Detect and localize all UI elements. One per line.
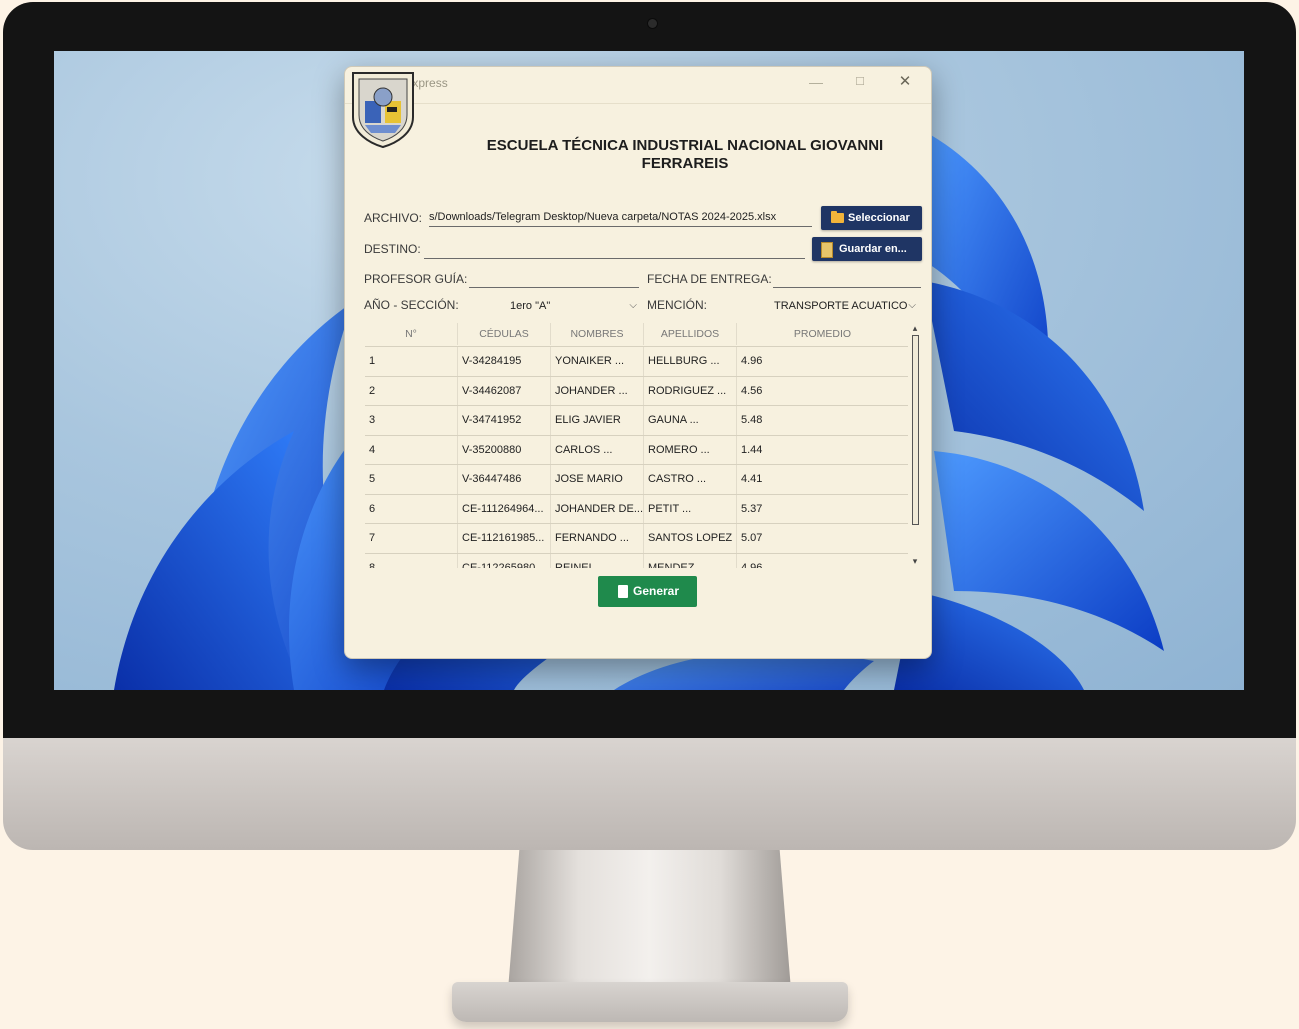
cell-nombre: FERNANDO ... xyxy=(551,524,644,553)
close-button[interactable]: ✕ xyxy=(890,71,920,93)
school-name: ESCUELA TÉCNICA INDUSTRIAL NACIONAL GIOV… xyxy=(486,137,884,172)
cell-cedula: V-34284195 xyxy=(458,347,551,376)
column-header-nombres[interactable]: NOMBRES xyxy=(551,323,644,345)
cell-cedula: CE-112161985... xyxy=(458,524,551,553)
school-logo xyxy=(352,72,414,149)
app-window: NotasExpress — ☐ ✕ ESCUELA TÉCNICA INDUS… xyxy=(344,66,932,659)
cell-numero: 1 xyxy=(365,347,458,376)
cell-numero: 6 xyxy=(365,494,458,524)
cell-apellido: SANTOS LOPEZ xyxy=(644,524,737,553)
cell-promedio: 4.41 xyxy=(741,473,763,485)
cell-cedula: CE-111264964... xyxy=(458,494,551,524)
cell-numero: 4 xyxy=(365,435,458,465)
table-scrollbar[interactable]: ▴ ▾ xyxy=(910,323,920,568)
guardar-label: Guardar en... xyxy=(839,243,907,255)
anio-label: AÑO - SECCIÓN: xyxy=(364,298,459,312)
cell-promedio: 4.96 xyxy=(741,561,763,569)
cell-promedio: 1.44 xyxy=(741,443,763,456)
cell-nombre: JOHANDER ... xyxy=(551,376,644,406)
scroll-thumb[interactable] xyxy=(912,335,919,525)
fecha-label: FECHA DE ENTREGA: xyxy=(647,272,772,286)
camera-icon xyxy=(648,19,657,28)
monitor-chin xyxy=(3,738,1296,850)
folder-icon xyxy=(831,211,844,223)
cell-apellido: PETIT ... xyxy=(644,494,737,524)
archivo-label: ARCHIVO: xyxy=(364,211,423,225)
fecha-field[interactable] xyxy=(773,270,921,288)
column-header-numero[interactable]: N° xyxy=(365,323,458,345)
cell-nombre: ELIG JAVIER xyxy=(551,406,644,435)
save-icon xyxy=(821,242,833,258)
cell-apellido: GAUNA ... xyxy=(644,406,737,435)
seleccionar-label: Seleccionar xyxy=(848,212,910,224)
cell-apellido: HELLBURG ... xyxy=(644,347,737,376)
document-icon xyxy=(618,585,628,598)
titlebar: NotasExpress — ☐ ✕ xyxy=(345,67,931,101)
students-table: N° CÉDULAS NOMBRES APELLIDOS PROMEDIO 1V… xyxy=(365,323,921,568)
minimize-button[interactable]: — xyxy=(801,71,831,93)
chevron-down-icon: ⌵ xyxy=(629,300,637,311)
column-header-apellidos[interactable]: APELLIDOS xyxy=(644,323,737,345)
generar-button[interactable]: Generar xyxy=(598,576,697,607)
cell-promedio: 5.48 xyxy=(741,414,763,426)
column-header-cedulas[interactable]: CÉDULAS xyxy=(458,323,551,345)
desktop-screen: NotasExpress — ☐ ✕ ESCUELA TÉCNICA INDUS… xyxy=(54,51,1244,690)
maximize-button[interactable]: ☐ xyxy=(845,71,875,93)
monitor-base xyxy=(452,982,848,1022)
table-row[interactable]: 3 V-34741952 ELIG JAVIER GAUNA ... 5.48 xyxy=(365,405,908,435)
mencion-value: TRANSPORTE ACUATICO xyxy=(774,300,908,312)
cell-numero: 3 xyxy=(365,406,458,435)
anio-seccion-select[interactable]: 1ero "A" ⌵ xyxy=(510,297,637,315)
cell-nombre: JOSE MARIO xyxy=(551,465,644,494)
cell-apellido: RODRIGUEZ ... xyxy=(644,376,737,406)
cell-nombre: YONAIKER ... xyxy=(551,347,644,376)
cell-apellido: MENDEZ xyxy=(644,553,737,568)
cell-numero: 8 xyxy=(365,553,458,568)
cell-nombre: JOHANDER DE... xyxy=(551,494,644,524)
scroll-down-icon[interactable]: ▾ xyxy=(910,556,920,566)
title-divider xyxy=(345,103,931,104)
scroll-up-icon[interactable]: ▴ xyxy=(910,323,920,333)
table-row[interactable]: 2 V-34462087 JOHANDER ... RODRIGUEZ ... 4.56 xyxy=(365,375,908,406)
chevron-down-icon: ⌵ xyxy=(908,300,916,311)
cell-promedio: 4.96 xyxy=(741,355,763,367)
cell-cedula: V-35200880 xyxy=(458,435,551,465)
table-row[interactable]: 7 CE-112161985... FERNANDO ... SANTOS LOPEZ… xyxy=(365,523,908,553)
guardar-button[interactable]: Guardar en... xyxy=(812,237,922,261)
cell-apellido: ROMERO ... xyxy=(644,435,737,465)
mencion-label: MENCIÓN: xyxy=(647,298,707,312)
destino-field[interactable] xyxy=(424,241,805,259)
cell-promedio: 5.37 xyxy=(741,502,763,515)
table-row[interactable]: 8 CE-112265980 REINEL MENDEZ 4.96 xyxy=(365,552,908,569)
table-row[interactable]: 1 V-34284195 YONAIKER ... HELLBURG ... 4.96 xyxy=(365,346,908,376)
table-row[interactable]: 6 CE-111264964... JOHANDER DE... PETIT ... 5… xyxy=(365,493,908,524)
cell-cedula: V-34741952 xyxy=(458,406,551,435)
seleccionar-button[interactable]: Seleccionar xyxy=(821,206,922,230)
anio-value: 1ero "A" xyxy=(510,300,551,312)
column-header-promedio[interactable]: PROMEDIO xyxy=(737,323,908,345)
table-row[interactable]: 4 V-35200880 CARLOS ... ROMERO ... 1.44 xyxy=(365,434,908,465)
cell-numero: 5 xyxy=(365,465,458,494)
cell-cedula: V-36447486 xyxy=(458,465,551,494)
cell-nombre: REINEL xyxy=(551,553,644,568)
cell-promedio: 5.07 xyxy=(741,532,763,544)
cell-apellido: CASTRO ... xyxy=(644,465,737,494)
mencion-select[interactable]: TRANSPORTE ACUATICO ⌵ xyxy=(774,297,916,315)
profesor-field[interactable] xyxy=(469,270,639,288)
generar-label: Generar xyxy=(633,584,680,598)
cell-numero: 7 xyxy=(365,524,458,553)
cell-promedio: 4.56 xyxy=(741,384,763,397)
table-row[interactable]: 5 V-36447486 JOSE MARIO CASTRO ... 4.41 xyxy=(365,464,908,494)
archivo-field[interactable]: s/Downloads/Telegram Desktop/Nueva carpe… xyxy=(429,209,812,227)
cell-cedula: CE-112265980 xyxy=(458,553,551,568)
cell-cedula: V-34462087 xyxy=(458,376,551,406)
cell-nombre: CARLOS ... xyxy=(551,435,644,465)
cell-numero: 2 xyxy=(365,376,458,406)
profesor-label: PROFESOR GUÍA: xyxy=(364,272,468,286)
monitor-stand xyxy=(508,850,791,990)
table-header: N° CÉDULAS NOMBRES APELLIDOS PROMEDIO xyxy=(365,323,908,345)
destino-label: DESTINO: xyxy=(364,242,421,256)
